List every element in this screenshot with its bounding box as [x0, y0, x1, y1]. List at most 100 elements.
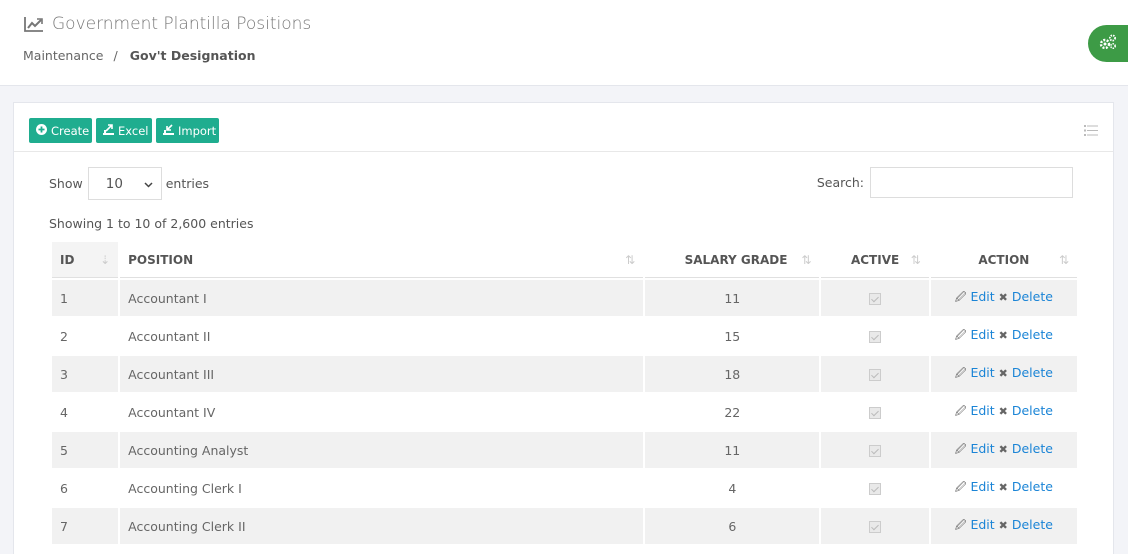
edit-link[interactable]: Edit [970, 327, 994, 342]
active-checkbox [869, 407, 882, 419]
cell-action: 🖉 Edit ✖ Delete [930, 470, 1077, 506]
close-icon: ✖ [998, 290, 1008, 304]
table-row: 7 Accounting Clerk II 6 🖉 Edit ✖ Delete [52, 508, 1077, 544]
cell-active [821, 394, 929, 430]
create-button[interactable]: Create [29, 118, 92, 143]
sort-icon: ⇅ [801, 253, 812, 267]
cell-id: 3 [52, 356, 119, 392]
sort-icon: ⇅ [910, 253, 921, 267]
column-header-position[interactable]: POSITION ⇅ [120, 242, 644, 278]
breadcrumb-separator: / [113, 48, 118, 63]
close-icon: ✖ [998, 404, 1008, 418]
show-label: Show [49, 176, 83, 191]
close-icon: ✖ [998, 366, 1008, 380]
excel-button[interactable]: Excel [96, 118, 152, 143]
cell-id: 2 [52, 318, 119, 354]
cell-salary-grade: 15 [645, 318, 820, 354]
active-checkbox [869, 369, 882, 381]
cell-position: Accountant III [120, 356, 644, 392]
cell-action: 🖉 Edit ✖ Delete [930, 356, 1077, 392]
import-icon [163, 123, 174, 138]
edit-link[interactable]: Edit [970, 479, 994, 494]
cell-id: 7 [52, 508, 119, 544]
entries-label: entries [165, 176, 210, 191]
plus-circle-icon [36, 123, 47, 138]
cell-active [821, 318, 929, 354]
delete-link[interactable]: Delete [1012, 479, 1053, 494]
cell-id: 6 [52, 470, 119, 506]
column-header-action[interactable]: ACTION ⇅ [930, 242, 1077, 278]
cell-position: Accountant I [120, 280, 644, 316]
edit-icon: 🖉 [954, 442, 967, 456]
delete-link[interactable]: Delete [1012, 365, 1053, 380]
edit-link[interactable]: Edit [970, 289, 994, 304]
table-row: 2 Accountant II 15 🖉 Edit ✖ Delete [52, 318, 1077, 354]
delete-link[interactable]: Delete [1012, 517, 1053, 532]
cell-position: Accountant II [120, 318, 644, 354]
edit-icon: 🖉 [954, 518, 967, 532]
cell-action: 🖉 Edit ✖ Delete [930, 508, 1077, 544]
column-header-active[interactable]: ACTIVE ⇅ [821, 242, 929, 278]
edit-icon: 🖉 [954, 366, 967, 380]
active-checkbox [869, 331, 882, 343]
sort-asc-icon: ⇣ [100, 253, 111, 267]
edit-link[interactable]: Edit [970, 441, 994, 456]
toolbar: Create Excel Import [14, 103, 1113, 152]
edit-icon: 🖉 [954, 290, 967, 304]
cell-id: 1 [52, 280, 119, 316]
search-input[interactable] [870, 167, 1073, 198]
table-row: 3 Accountant III 18 🖉 Edit ✖ Delete [52, 356, 1077, 392]
edit-icon: 🖉 [954, 404, 967, 418]
cell-active [821, 280, 929, 316]
delete-link[interactable]: Delete [1012, 327, 1053, 342]
breadcrumb-item-current: Gov't Designation [129, 48, 256, 63]
close-icon: ✖ [998, 442, 1008, 456]
sort-icon: ⇅ [625, 253, 636, 267]
cell-position: Accounting Analyst [120, 432, 644, 468]
chevron-down-icon [144, 176, 153, 192]
search-label: Search: [816, 175, 864, 190]
delete-link[interactable]: Delete [1012, 289, 1053, 304]
sort-icon: ⇅ [1058, 253, 1069, 267]
edit-link[interactable]: Edit [970, 365, 994, 380]
page-title-text: Government Plantilla Positions [52, 14, 312, 34]
delete-link[interactable]: Delete [1012, 403, 1053, 418]
cell-salary-grade: 11 [645, 280, 820, 316]
cell-active [821, 432, 929, 468]
edit-link[interactable]: Edit [970, 403, 994, 418]
breadcrumb-item-maintenance[interactable]: Maintenance [23, 48, 104, 63]
cell-salary-grade: 22 [645, 394, 820, 430]
import-button[interactable]: Import [156, 118, 219, 143]
close-icon: ✖ [998, 328, 1008, 342]
cell-id: 4 [52, 394, 119, 430]
table-row: 5 Accounting Analyst 11 🖉 Edit ✖ Delete [52, 432, 1077, 468]
cell-active [821, 470, 929, 506]
cell-action: 🖉 Edit ✖ Delete [930, 318, 1077, 354]
active-checkbox [869, 521, 882, 533]
positions-table: ID ⇣ POSITION ⇅ SALARY GRADE ⇅ ACTIVE ⇅ ACTI… [50, 240, 1079, 546]
page-length-control: Show 10 entries [49, 167, 209, 200]
page-length-select[interactable]: 10 [87, 167, 162, 200]
close-icon: ✖ [998, 518, 1008, 532]
cell-active [821, 508, 929, 544]
cell-salary-grade: 11 [645, 432, 820, 468]
list-icon[interactable] [1084, 121, 1098, 140]
cell-position: Accounting Clerk II [120, 508, 644, 544]
cell-salary-grade: 18 [645, 356, 820, 392]
column-header-salary-grade[interactable]: SALARY GRADE ⇅ [645, 242, 820, 278]
cell-salary-grade: 4 [645, 470, 820, 506]
edit-icon: 🖉 [954, 480, 967, 494]
cell-position: Accounting Clerk I [120, 470, 644, 506]
export-icon [103, 123, 114, 138]
active-checkbox [869, 293, 882, 305]
column-header-id[interactable]: ID ⇣ [52, 242, 119, 278]
edit-link[interactable]: Edit [970, 517, 994, 532]
cell-salary-grade: 6 [645, 508, 820, 544]
cell-position: Accountant IV [120, 394, 644, 430]
delete-link[interactable]: Delete [1012, 441, 1053, 456]
table-row: 6 Accounting Clerk I 4 🖉 Edit ✖ Delete [52, 470, 1077, 506]
breadcrumb: Maintenance / Gov't Designation [23, 48, 255, 63]
search-control: Search: [817, 167, 1073, 198]
table-row: 4 Accountant IV 22 🖉 Edit ✖ Delete [52, 394, 1077, 430]
settings-toggle-button[interactable] [1088, 25, 1128, 62]
